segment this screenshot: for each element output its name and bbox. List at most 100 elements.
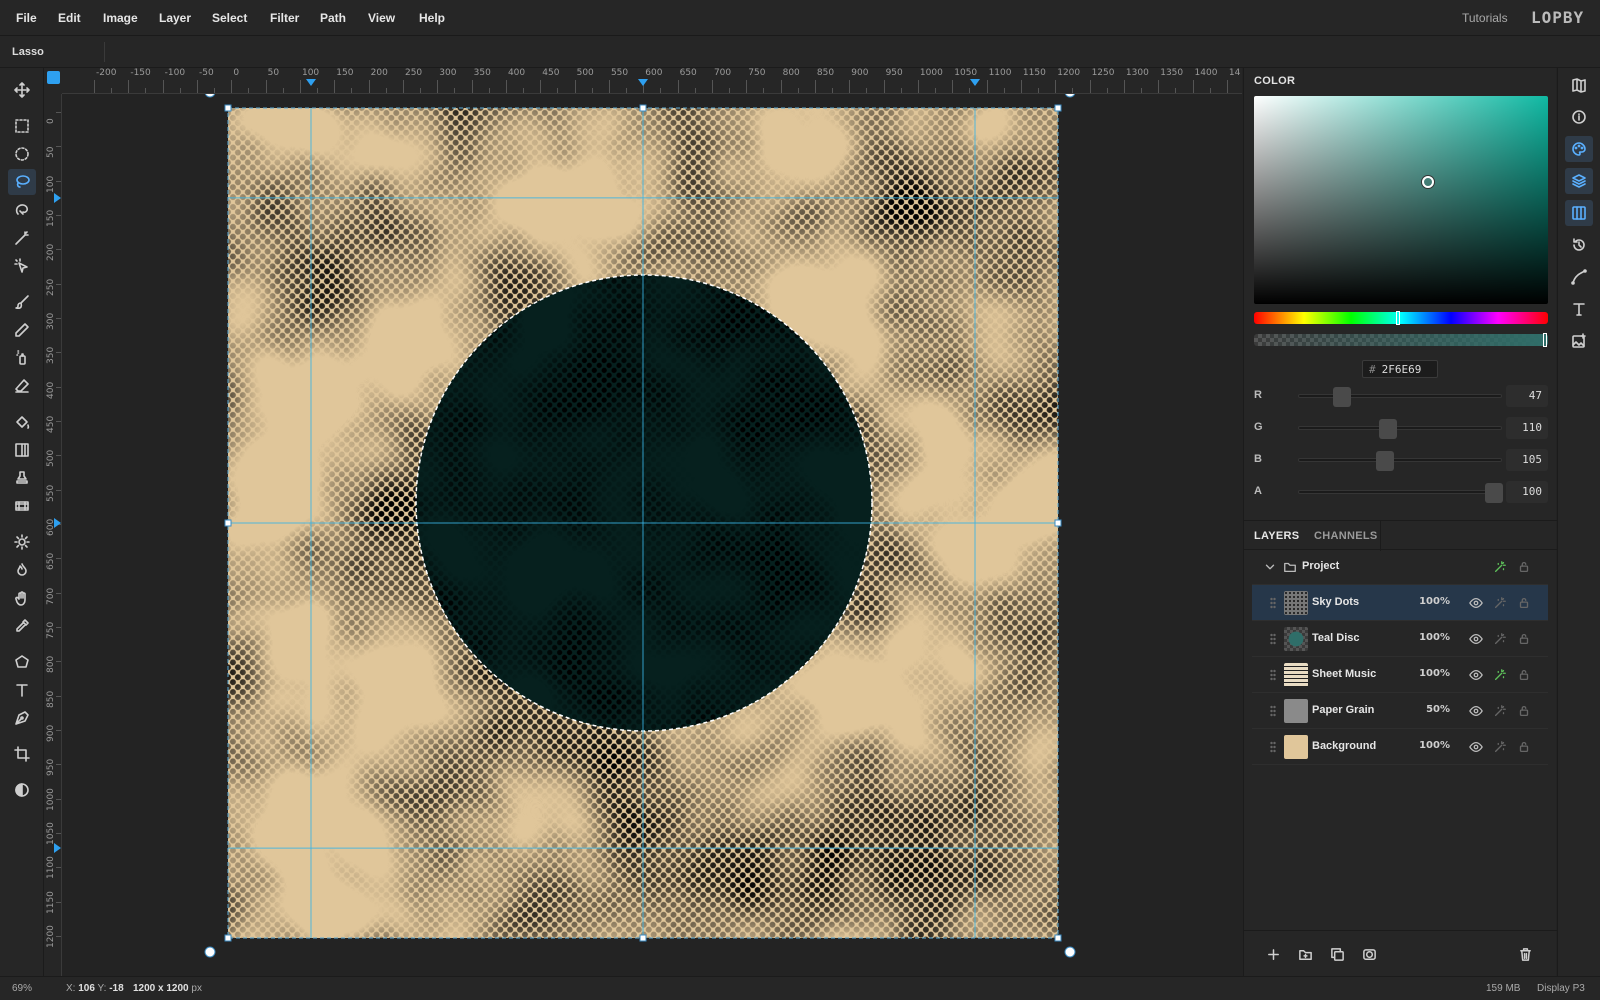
eye-icon[interactable] bbox=[1468, 595, 1484, 611]
menu-path[interactable]: Path bbox=[320, 11, 346, 25]
info-button[interactable] bbox=[1565, 104, 1593, 130]
crop-tool[interactable] bbox=[8, 741, 36, 767]
curves-button[interactable] bbox=[1565, 264, 1593, 290]
image-adjust-button[interactable] bbox=[1565, 328, 1593, 354]
layers-panel-button[interactable] bbox=[1565, 168, 1593, 194]
lock-icon[interactable] bbox=[1516, 631, 1532, 647]
layer-opacity[interactable]: 100% bbox=[1412, 596, 1450, 607]
menu-help[interactable]: Help bbox=[419, 11, 445, 25]
hue-slider-handle[interactable] bbox=[1396, 311, 1400, 325]
effects-icon[interactable] bbox=[1492, 703, 1508, 719]
drag-handle-icon[interactable] bbox=[1270, 741, 1276, 753]
channel-slider-knob[interactable] bbox=[1379, 419, 1398, 439]
horizontal-ruler[interactable]: -200 -150 -100 -50 0 50 100 150 200 250 300 350 400 4… bbox=[62, 68, 1242, 94]
tab-channels[interactable]: CHANNELS bbox=[1314, 530, 1378, 542]
lock-icon[interactable] bbox=[1516, 595, 1532, 611]
brush-tool[interactable] bbox=[8, 289, 36, 315]
chevron-down-icon[interactable] bbox=[1262, 559, 1278, 575]
alpha-slider[interactable] bbox=[1254, 333, 1548, 347]
channel-slider[interactable] bbox=[1298, 451, 1502, 471]
eye-icon[interactable] bbox=[1468, 667, 1484, 683]
menu-select[interactable]: Select bbox=[212, 11, 247, 25]
pen-tool[interactable] bbox=[8, 705, 36, 731]
gradient-tool[interactable] bbox=[8, 437, 36, 463]
layer-row[interactable]: Teal Disc 100% bbox=[1252, 621, 1548, 657]
polygon-tool[interactable] bbox=[8, 649, 36, 675]
effects-icon[interactable] bbox=[1492, 595, 1508, 611]
ellipse-select-tool[interactable] bbox=[8, 141, 36, 167]
dodge-tool[interactable] bbox=[8, 529, 36, 555]
hue-slider[interactable] bbox=[1254, 311, 1548, 325]
guide-marker[interactable] bbox=[638, 79, 648, 86]
channel-slider[interactable] bbox=[1298, 483, 1503, 503]
effects-icon[interactable] bbox=[1492, 631, 1508, 647]
menu-edit[interactable]: Edit bbox=[58, 11, 81, 25]
layer-opacity[interactable]: 100% bbox=[1412, 668, 1450, 679]
layer-opacity[interactable]: 100% bbox=[1412, 740, 1450, 751]
rect-select-tool[interactable] bbox=[8, 113, 36, 139]
guide-marker[interactable] bbox=[970, 79, 980, 86]
hex-input[interactable]: #2F6E69 bbox=[1362, 360, 1438, 378]
channel-value-input[interactable]: 110 bbox=[1506, 417, 1548, 439]
eye-icon[interactable] bbox=[1468, 631, 1484, 647]
ruler-corner[interactable] bbox=[44, 68, 62, 94]
move-tool[interactable] bbox=[8, 77, 36, 103]
add-group-button[interactable] bbox=[1296, 945, 1314, 963]
rotate-handle[interactable] bbox=[1064, 94, 1076, 98]
eraser-tool[interactable] bbox=[8, 373, 36, 399]
spray-tool[interactable] bbox=[8, 345, 36, 371]
drag-handle-icon[interactable] bbox=[1270, 669, 1276, 681]
contrast-tool[interactable] bbox=[8, 777, 36, 803]
text-tool[interactable] bbox=[8, 677, 36, 703]
saturation-value-picker[interactable] bbox=[1254, 96, 1548, 304]
menu-view[interactable]: View bbox=[368, 11, 395, 25]
channel-slider[interactable] bbox=[1298, 387, 1502, 407]
eye-icon[interactable] bbox=[1468, 739, 1484, 755]
history-button[interactable] bbox=[1565, 232, 1593, 258]
channel-slider-knob[interactable] bbox=[1485, 483, 1503, 503]
hand-tool[interactable] bbox=[8, 585, 36, 611]
menu-filter[interactable]: Filter bbox=[270, 11, 299, 25]
color-profile[interactable]: Display P3 bbox=[1537, 983, 1585, 994]
layer-group-project[interactable]: Project bbox=[1252, 549, 1548, 585]
object-select-tool[interactable] bbox=[8, 253, 36, 279]
rotate-handle[interactable] bbox=[1064, 946, 1076, 958]
duplicate-button[interactable] bbox=[1328, 945, 1346, 963]
effects-icon[interactable] bbox=[1492, 739, 1508, 755]
guide-marker[interactable] bbox=[54, 843, 61, 854]
alpha-slider-handle[interactable] bbox=[1543, 333, 1547, 347]
lock-icon[interactable] bbox=[1516, 739, 1532, 755]
guide-marker[interactable] bbox=[306, 79, 316, 86]
color-panel-button[interactable] bbox=[1565, 136, 1593, 162]
layer-row[interactable]: Paper Grain 50% bbox=[1252, 693, 1548, 729]
burn-tool[interactable] bbox=[8, 557, 36, 583]
channels-panel-button[interactable] bbox=[1565, 200, 1593, 226]
layer-row[interactable]: Background 100% bbox=[1252, 729, 1548, 765]
drag-handle-icon[interactable] bbox=[1270, 705, 1276, 717]
zoom-level[interactable]: 69% bbox=[12, 983, 32, 994]
drag-handle-icon[interactable] bbox=[1270, 633, 1276, 645]
menu-layer[interactable]: Layer bbox=[159, 11, 191, 25]
bucket-tool[interactable] bbox=[8, 409, 36, 435]
mask-button[interactable] bbox=[1360, 945, 1378, 963]
channel-slider-knob[interactable] bbox=[1375, 451, 1394, 471]
navigator-button[interactable] bbox=[1565, 72, 1593, 98]
stamp-tool[interactable] bbox=[8, 465, 36, 491]
pencil-tool[interactable] bbox=[8, 317, 36, 343]
effects-icon[interactable] bbox=[1492, 667, 1508, 683]
eye-icon[interactable] bbox=[1468, 703, 1484, 719]
channel-value-input[interactable]: 47 bbox=[1506, 385, 1548, 407]
film-tool[interactable] bbox=[8, 493, 36, 519]
add-layer-button[interactable] bbox=[1264, 945, 1282, 963]
vertical-ruler[interactable]: 0 50 100 150 200 250 300 350 400 450 500 550 600 650 7… bbox=[44, 94, 62, 976]
lock-icon[interactable] bbox=[1516, 703, 1532, 719]
layer-opacity[interactable]: 50% bbox=[1412, 704, 1450, 715]
lock-icon[interactable] bbox=[1516, 559, 1532, 575]
guide-marker[interactable] bbox=[54, 518, 61, 528]
guide-marker[interactable] bbox=[54, 192, 61, 203]
drag-handle-icon[interactable] bbox=[1270, 597, 1276, 609]
effects-icon[interactable] bbox=[1492, 559, 1508, 575]
tutorials-link[interactable]: Tutorials bbox=[1462, 11, 1508, 25]
menu-image[interactable]: Image bbox=[103, 11, 138, 25]
lock-icon[interactable] bbox=[1516, 667, 1532, 683]
